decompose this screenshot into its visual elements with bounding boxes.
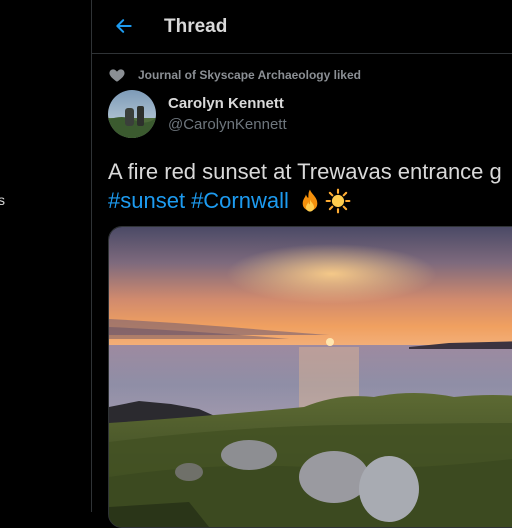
left-sidebar: s — [0, 0, 91, 512]
back-button[interactable] — [112, 14, 136, 38]
author-handle[interactable]: @CarolynKennett — [168, 116, 287, 133]
sunset-photo — [109, 227, 512, 527]
fire-icon — [302, 189, 318, 212]
sidebar-divider — [91, 0, 92, 512]
social-context-label: Journal of Skyscape Archaeology liked — [138, 68, 361, 82]
sidebar-text-fragment: s — [0, 192, 5, 208]
hashtag-cornwall[interactable]: #Cornwall — [191, 186, 289, 216]
tweet-photo[interactable] — [108, 226, 512, 528]
arrow-left-icon — [116, 19, 132, 33]
sun-icon — [325, 188, 351, 214]
author-name[interactable]: Carolyn Kennett — [168, 95, 284, 112]
tweet-hashtag-line: #sunset #Cornwall — [108, 186, 351, 216]
social-context[interactable]: Journal of Skyscape Archaeology liked — [108, 66, 361, 84]
heart-icon — [109, 69, 125, 82]
avatar-image — [108, 90, 156, 138]
tweet-text: A fire red sunset at Trewavas entrance g — [108, 159, 502, 184]
page-title: Thread — [164, 16, 228, 37]
hashtag-sunset[interactable]: #sunset — [108, 186, 185, 216]
thread-header: Thread — [92, 0, 512, 53]
header-divider — [92, 53, 512, 54]
avatar[interactable] — [108, 90, 156, 138]
